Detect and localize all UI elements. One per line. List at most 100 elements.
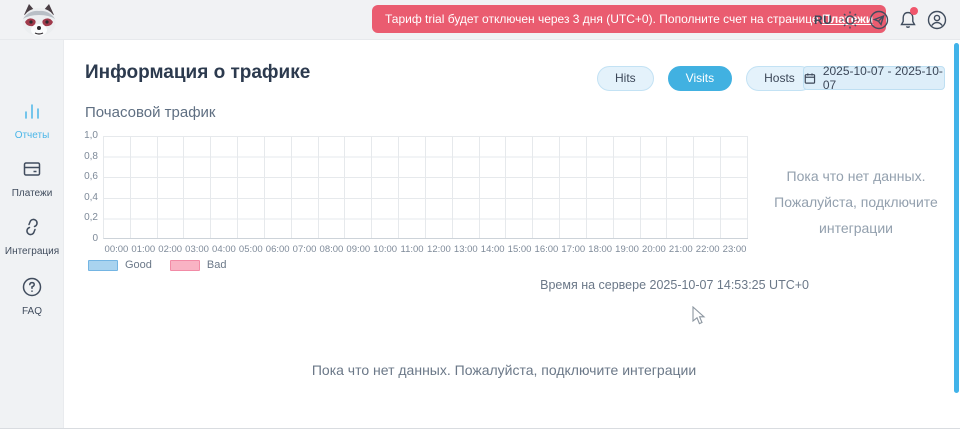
grid-column: [560, 136, 587, 238]
sidebar-item-reports[interactable]: Отчеты: [0, 100, 64, 141]
x-tick-label: 22:00: [694, 244, 721, 255]
date-range-value: 2025-10-07 - 2025-10-07: [823, 64, 944, 92]
grid-column: [319, 136, 346, 238]
theme-toggle-button[interactable]: [839, 9, 861, 31]
profile-button[interactable]: [926, 9, 948, 31]
y-tick-label: 1,0: [84, 131, 98, 141]
x-tick-label: 04:00: [211, 244, 238, 255]
x-tick-label: 13:00: [452, 244, 479, 255]
grid-column: [480, 136, 507, 238]
empty-data-message-side: Пока что нет данных. Пожалуйста, подключ…: [770, 163, 942, 241]
tab-visits[interactable]: Visits: [668, 66, 732, 91]
x-tick-label: 05:00: [237, 244, 264, 255]
legend-item-bad: Bad: [170, 259, 227, 271]
tab-hits[interactable]: Hits: [597, 66, 654, 91]
mouse-cursor: [692, 306, 707, 326]
grid-column: [426, 136, 453, 238]
bottom-divider: [0, 428, 960, 429]
sun-icon: [839, 9, 861, 31]
x-tick-label: 15:00: [506, 244, 533, 255]
x-tick-label: 08:00: [318, 244, 345, 255]
grid-column: [533, 136, 560, 238]
sidebar-item-integration[interactable]: Интеграция: [0, 216, 64, 257]
date-range-picker[interactable]: 2025-10-07 - 2025-10-07: [803, 66, 945, 90]
grid-column: [238, 136, 265, 238]
sidebar-item-label: Платежи: [0, 188, 64, 199]
x-tick-label: 20:00: [641, 244, 668, 255]
grid-column: [211, 136, 238, 238]
legend-item-good: Good: [88, 259, 152, 271]
chart-title: Почасовой трафик: [85, 104, 216, 121]
x-tick-label: 03:00: [184, 244, 211, 255]
grid-column: [158, 136, 185, 238]
grid-column: [641, 136, 668, 238]
sidebar-item-label: Отчеты: [0, 130, 64, 141]
app-window: Тариф trial будет отключен через 3 дня (…: [0, 0, 960, 433]
sidebar-item-faq[interactable]: FAQ: [0, 276, 64, 317]
grid-column: [694, 136, 721, 238]
grid-column: [667, 136, 694, 238]
x-tick-label: 23:00: [721, 244, 748, 255]
link-icon: [21, 216, 43, 238]
send-icon: [868, 9, 890, 31]
grid-column: [614, 136, 641, 238]
notification-dot: [910, 7, 918, 15]
grid-column: [506, 136, 533, 238]
question-icon: [21, 276, 43, 298]
chart-x-axis: 00:0001:0002:0003:0004:0005:0006:0007:00…: [103, 244, 748, 255]
grid-column: [104, 136, 131, 238]
x-tick-label: 21:00: [667, 244, 694, 255]
page-title: Информация о трафике: [85, 62, 310, 84]
telegram-button[interactable]: [868, 9, 890, 31]
grid-column: [265, 136, 292, 238]
x-tick-label: 02:00: [157, 244, 184, 255]
legend-label: Bad: [207, 259, 227, 271]
raccoon-logo[interactable]: [16, 2, 62, 38]
top-header: Тариф trial будет отключен через 3 дня (…: [0, 0, 960, 40]
user-icon: [926, 9, 948, 31]
x-tick-label: 00:00: [103, 244, 130, 255]
trial-warning-banner: Тариф trial будет отключен через 3 дня (…: [372, 5, 886, 33]
grid-column: [372, 136, 399, 238]
grid-column: [131, 136, 158, 238]
chart-plot-area: [103, 136, 748, 239]
language-selector[interactable]: RU: [814, 13, 832, 27]
chart-y-axis: 1,00,80,60,40,20: [70, 131, 98, 244]
y-tick-label: 0,2: [84, 213, 98, 223]
notifications-button[interactable]: [897, 9, 919, 31]
x-tick-label: 17:00: [560, 244, 587, 255]
grid-column: [453, 136, 480, 238]
x-tick-label: 01:00: [130, 244, 157, 255]
x-tick-label: 14:00: [479, 244, 506, 255]
sidebar-item-payments[interactable]: Платежи: [0, 158, 64, 199]
calendar-icon: [804, 72, 816, 85]
legend-label: Good: [125, 259, 152, 271]
empty-data-message-bottom: Пока что нет данных. Пожалуйста, подключ…: [64, 362, 944, 378]
main-content: Информация о трафике Hits Visits Hosts 2…: [64, 40, 960, 428]
banner-text: Тариф trial будет отключен через 3 дня (…: [385, 12, 822, 26]
sidebar-item-label: Интеграция: [0, 246, 64, 257]
x-tick-label: 12:00: [426, 244, 453, 255]
x-tick-label: 06:00: [264, 244, 291, 255]
y-tick-label: 0,8: [84, 152, 98, 162]
card-icon: [21, 158, 43, 180]
grid-column: [292, 136, 319, 238]
x-tick-label: 16:00: [533, 244, 560, 255]
server-time: Время на сервере 2025-10-07 14:53:25 UTC…: [540, 278, 809, 292]
grid-column: [587, 136, 614, 238]
x-tick-label: 07:00: [291, 244, 318, 255]
sidebar-nav: Отчеты Платежи Интеграция FAQ: [0, 40, 64, 428]
grid-column: [721, 136, 748, 238]
bar-chart-icon: [21, 100, 43, 122]
scrollbar-thumb[interactable]: [954, 43, 959, 393]
grid-column: [184, 136, 211, 238]
legend-swatch-good: [88, 260, 118, 271]
chart-legend: Good Bad: [88, 259, 227, 271]
x-tick-label: 19:00: [614, 244, 641, 255]
x-tick-label: 10:00: [372, 244, 399, 255]
grid-column: [399, 136, 426, 238]
y-tick-label: 0: [92, 234, 98, 244]
sidebar-item-label: FAQ: [0, 306, 64, 317]
x-tick-label: 09:00: [345, 244, 372, 255]
x-tick-label: 18:00: [587, 244, 614, 255]
